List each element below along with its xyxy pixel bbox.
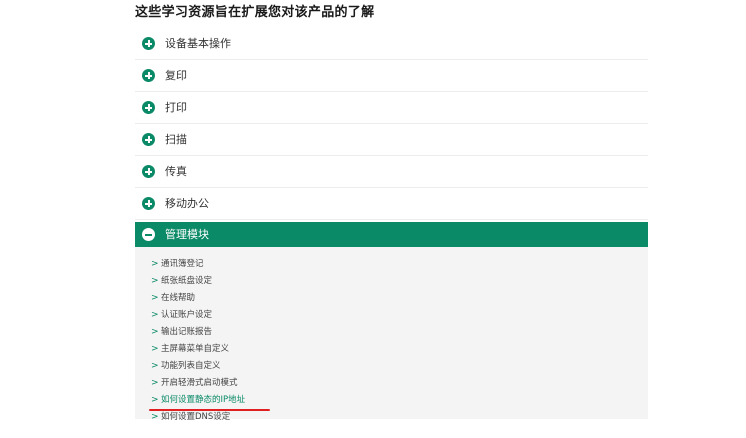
sub-item-label: 功能列表自定义 xyxy=(161,360,221,371)
chevron-right-icon: > xyxy=(151,377,159,388)
sub-item-label: 认证账户设定 xyxy=(161,309,213,320)
section-print[interactable]: 打印 xyxy=(135,92,648,124)
learning-accordion: 设备基本操作 复印 打印 扫描 传真 移动办公 管理模块 > 通讯簿登记 > 纸… xyxy=(135,28,648,422)
section-label: 传真 xyxy=(165,164,187,178)
section-label: 扫描 xyxy=(165,132,187,146)
sub-item-label: 输出记账报告 xyxy=(161,326,213,337)
sub-item-online-help[interactable]: > 在线帮助 xyxy=(135,289,648,306)
red-underline-annotation xyxy=(149,409,270,411)
management-subpanel: > 通讯簿登记 > 纸张纸盘设定 > 在线帮助 > 认证账户设定 > 输出记账报… xyxy=(135,247,648,422)
sub-item-static-ip[interactable]: > 如何设置静态的IP地址 xyxy=(135,391,648,408)
sub-item-home-menu[interactable]: > 主屏幕菜单自定义 xyxy=(135,340,648,357)
plus-circle-icon xyxy=(142,197,155,210)
sub-item-account-report[interactable]: > 输出记账报告 xyxy=(135,323,648,340)
plus-circle-icon xyxy=(142,37,155,50)
chevron-right-icon: > xyxy=(151,309,159,320)
chevron-right-icon: > xyxy=(151,394,159,405)
section-device-basics[interactable]: 设备基本操作 xyxy=(135,28,648,60)
section-label: 打印 xyxy=(165,100,187,114)
sub-item-label: 纸张纸盘设定 xyxy=(161,275,213,286)
page: 这些学习资源旨在扩展您对该产品的了解 设备基本操作 复印 打印 扫描 传真 移动… xyxy=(0,0,746,438)
chevron-right-icon: > xyxy=(151,326,159,337)
sub-item-auth-account[interactable]: > 认证账户设定 xyxy=(135,306,648,323)
sub-item-paper-tray[interactable]: > 纸张纸盘设定 xyxy=(135,272,648,289)
section-fax[interactable]: 传真 xyxy=(135,156,648,188)
section-label: 设备基本操作 xyxy=(165,36,231,50)
sub-item-label: 在线帮助 xyxy=(161,292,196,303)
chevron-right-icon: > xyxy=(151,275,159,286)
page-title: 这些学习资源旨在扩展您对该产品的了解 xyxy=(135,5,375,20)
minus-circle-icon xyxy=(142,228,155,241)
sub-item-label: 如何设置DNS设定 xyxy=(161,411,231,422)
plus-circle-icon xyxy=(142,69,155,82)
chevron-right-icon: > xyxy=(151,411,159,422)
section-scan[interactable]: 扫描 xyxy=(135,124,648,156)
sub-item-label: 通讯簿登记 xyxy=(161,258,204,269)
section-mobile-office[interactable]: 移动办公 xyxy=(135,188,648,220)
sub-item-function-list[interactable]: > 功能列表自定义 xyxy=(135,357,648,374)
sub-item-quick-start[interactable]: > 开启轻滑式启动模式 xyxy=(135,374,648,391)
sub-item-label: 开启轻滑式启动模式 xyxy=(161,377,238,388)
chevron-right-icon: > xyxy=(151,343,159,354)
section-label: 移动办公 xyxy=(165,196,209,210)
sub-item-address-book[interactable]: > 通讯簿登记 xyxy=(135,255,648,272)
chevron-right-icon: > xyxy=(151,258,159,269)
section-copy[interactable]: 复印 xyxy=(135,60,648,92)
sub-item-label: 主屏幕菜单自定义 xyxy=(161,343,230,354)
plus-circle-icon xyxy=(142,101,155,114)
section-management[interactable]: 管理模块 xyxy=(135,222,648,247)
chevron-right-icon: > xyxy=(151,292,159,303)
chevron-right-icon: > xyxy=(151,360,159,371)
sub-item-label: 如何设置静态的IP地址 xyxy=(161,394,246,405)
plus-circle-icon xyxy=(142,165,155,178)
section-label: 复印 xyxy=(165,68,187,82)
section-label: 管理模块 xyxy=(165,227,209,241)
plus-circle-icon xyxy=(142,133,155,146)
